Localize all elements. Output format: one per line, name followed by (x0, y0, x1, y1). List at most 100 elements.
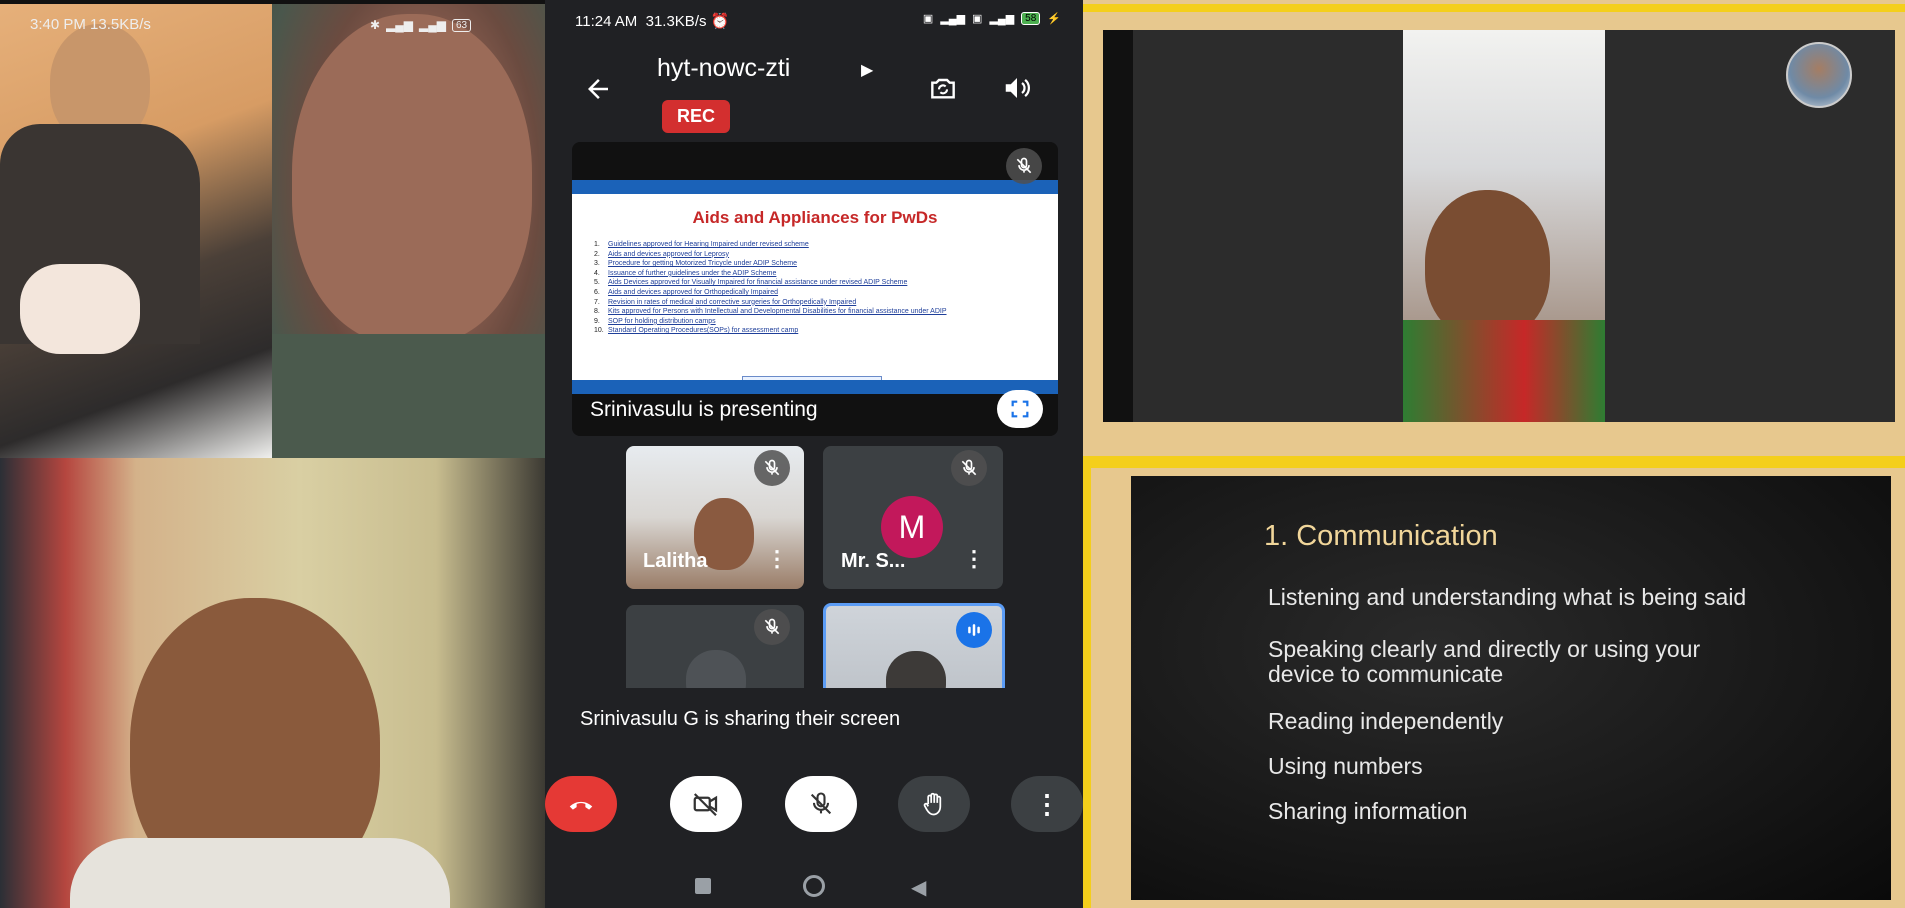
home-icon[interactable] (803, 875, 825, 897)
android-nav-bar: ◀ (545, 866, 1083, 908)
slide-bullet: Sharing information (1268, 798, 1468, 824)
item-number: 10. (594, 327, 604, 335)
mic-toggle-button[interactable] (785, 776, 857, 832)
participant-video-2 (272, 4, 545, 458)
battery-icon: 63 (452, 18, 472, 32)
sharing-caption: Srinivasulu G is sharing their screen (580, 708, 901, 730)
item-number: 3. (594, 260, 600, 268)
avatar (1786, 42, 1852, 108)
signal-icon-2: ▂▄▆ (989, 13, 1015, 25)
signal-icon: ▂▄▆ (940, 13, 966, 25)
slide-bullet: Listening and understanding what is bein… (1268, 584, 1747, 610)
participant-tile-3[interactable] (626, 605, 804, 689)
participant-video-1 (0, 4, 272, 458)
participant-tile-4-speaking[interactable] (823, 603, 1005, 689)
frame-left-bar (1083, 468, 1091, 908)
item-link: Procedure for getting Motorized Tricycle… (608, 260, 797, 268)
screen-share-tile[interactable]: Aids and Appliances for PwDs 1. Guideline… (572, 142, 1058, 436)
audio-level-icon (956, 612, 992, 648)
volte-icon-2: ▣ (972, 13, 983, 25)
mic-off-icon (754, 609, 790, 645)
participant-name: Lalitha (643, 550, 708, 572)
back-nav-icon[interactable]: ◀ (911, 875, 926, 900)
slide-bullet: Speaking clearly and directly or using y… (1268, 636, 1701, 662)
participant-name: Mr. S... (841, 550, 906, 572)
slide-link-item: 5. Aids Devices approved for Visually Imp… (594, 278, 947, 288)
participant-video-main (1103, 30, 1895, 422)
switch-camera-icon[interactable] (925, 70, 961, 106)
meeting-code[interactable]: hyt-nowc-zti (657, 54, 790, 83)
slide-heading: 1. Communication (1264, 520, 1498, 552)
item-number: 4. (594, 269, 600, 277)
slide-link-item: 3. Procedure for getting Motorized Tricyc… (594, 259, 947, 269)
battery-icon: 58 (1021, 12, 1041, 25)
slide-link-list: 1. Guidelines approved for Hearing Impair… (594, 240, 947, 336)
slide-link-item: 9. SOP for holding distribution camps (594, 317, 947, 327)
item-link: Aids and devices approved for Orthopedic… (608, 288, 779, 296)
item-number: 5. (594, 279, 600, 287)
phone-status-bar: 11:24 AM 31.3KB/s ⏰ ▣ ▂▄▆ ▣ ▂▄▆ 58 ⚡ (575, 12, 1061, 30)
slide-bullet: Using numbers (1268, 753, 1423, 779)
raise-hand-button[interactable] (898, 776, 970, 832)
recent-apps-icon[interactable] (695, 878, 711, 894)
item-link: Guidelines approved for Hearing Impaired… (608, 241, 809, 248)
more-options-button[interactable]: ⋮ (1011, 776, 1083, 832)
fullscreen-icon[interactable] (997, 390, 1043, 428)
presentation-slide: 1. Communication Listening and understan… (1131, 476, 1891, 900)
item-link: Kits approved for Persons with Intellect… (608, 308, 947, 316)
more-vertical-icon: ⋮ (1034, 788, 1060, 819)
speaker-icon[interactable] (999, 70, 1035, 106)
participant-tile-mr-s[interactable]: M Mr. S... ⋮ (823, 446, 1003, 589)
slide-link-item: 4. Issuance of further guidelines under t… (594, 269, 947, 279)
signal-icon: ▂▄▆ (386, 18, 414, 32)
slide-link-item: 8. Kits approved for Persons with Intelle… (594, 307, 947, 317)
item-number: 7. (594, 298, 600, 306)
item-number: 1. (594, 241, 600, 248)
bluetooth-icon: ✱ (370, 18, 381, 32)
participant-tile-lalitha[interactable]: Lalitha ⋮ (626, 446, 804, 589)
item-link: Aids Devices approved for Visually Impai… (608, 279, 908, 287)
slide-footer-band (572, 380, 1058, 394)
participant-video-3 (0, 458, 545, 908)
volte-icon: ▣ (922, 13, 934, 25)
slide-link-item: 1. Guidelines approved for Hearing Impair… (594, 240, 947, 250)
item-number: 2. (594, 250, 600, 258)
alarm-icon: ⏰ (710, 13, 730, 30)
slide-link-item: 7. Revision in rates of medical and corre… (594, 298, 947, 308)
slide-title: Aids and Appliances for PwDs (692, 208, 938, 227)
caret-right-icon[interactable]: ▶ (861, 60, 873, 80)
slide-link-item: 6. Aids and devices approved for Orthoped… (594, 288, 947, 298)
item-link: Issuance of further guidelines under the… (608, 269, 777, 277)
item-number: 8. (594, 308, 600, 316)
right-video-panes: 1. Communication Listening and understan… (1083, 0, 1905, 908)
slide-link-item: 2. Aids and devices approved for Leprosy (594, 250, 947, 260)
left-status-icons: ✱ ▂▄▆ ▂▄▆ 63 (370, 18, 472, 32)
slide-bullet: Reading independently (1268, 708, 1504, 734)
left-status-time: 3:40 PM 13.5KB/s (30, 16, 151, 33)
slide-bullet-cont: device to communicate (1268, 661, 1504, 687)
frame-top-bar (1083, 4, 1905, 12)
charging-icon: ⚡ (1047, 13, 1061, 25)
mic-off-icon (951, 450, 987, 486)
left-video-collage: 3:40 PM 13.5KB/s ✱ ▂▄▆ ▂▄▆ 63 (0, 0, 545, 908)
presenting-label: Srinivasulu is presenting (590, 398, 818, 421)
item-link: Revision in rates of medical and correct… (608, 298, 857, 306)
camera-toggle-button[interactable] (670, 776, 742, 832)
item-link: SOP for holding distribution camps (608, 317, 716, 325)
more-options-icon[interactable]: ⋮ (963, 548, 985, 570)
frame-separator (1083, 456, 1905, 468)
slide-header-band (572, 180, 1058, 194)
more-options-icon[interactable]: ⋮ (766, 548, 788, 570)
item-link: Standard Operating Procedures(SOPs) for … (608, 327, 799, 335)
item-number: 9. (594, 317, 600, 325)
recording-badge: REC (662, 100, 730, 133)
avatar: M (881, 496, 943, 558)
item-number: 6. (594, 288, 600, 296)
meet-phone-screen: 11:24 AM 31.3KB/s ⏰ ▣ ▂▄▆ ▣ ▂▄▆ 58 ⚡ hyt… (545, 0, 1083, 908)
mic-off-icon (1006, 148, 1042, 184)
back-arrow-icon[interactable] (583, 74, 613, 104)
camera-feed (1403, 30, 1605, 422)
shared-slide: Aids and Appliances for PwDs 1. Guideline… (572, 180, 1058, 394)
end-call-button[interactable] (545, 776, 617, 832)
item-link: Aids and devices approved for Leprosy (608, 250, 730, 258)
